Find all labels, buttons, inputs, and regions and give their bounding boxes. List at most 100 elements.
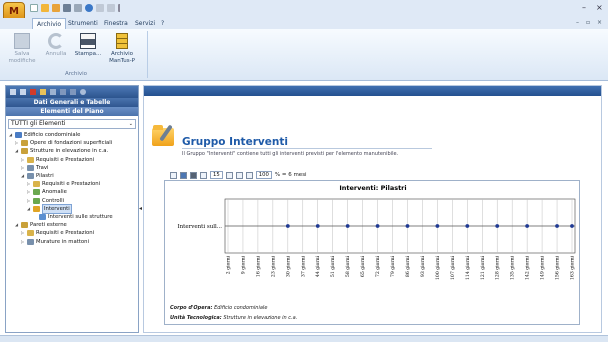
tree-node[interactable]: ▷ Opere di fondazioni superficiali [15,139,112,147]
zoom-in-icon[interactable] [225,171,233,179]
expander-icon[interactable]: ◢ [15,147,19,155]
add-icon[interactable] [10,89,16,95]
x-tick-label: 86 giorni [405,255,411,277]
expander-icon[interactable]: ▷ [27,197,31,205]
save-icon[interactable] [52,4,60,12]
expander-icon[interactable]: ▷ [21,229,25,237]
x-tick-label: 2 giorni [226,255,232,274]
preview-icon[interactable] [96,4,104,12]
tree-node-icon [33,197,40,204]
tree-node[interactable]: ◢ Pilastri [21,172,54,180]
tree-node[interactable]: ▷ Anomalie [27,188,67,196]
tree-node[interactable]: ▷ Requisiti e Prestazioni [21,229,94,237]
stepper-icon[interactable] [170,171,177,179]
intervention-chart: Interventi: Pilastri 2 giorni 9 giorni 16 g… [164,180,580,325]
open-icon[interactable] [41,4,49,12]
expander-icon[interactable]: ▷ [27,180,31,188]
tree-node[interactable]: ◢ Edificio condominiale [9,131,80,139]
tree-node[interactable]: ▷ Murature in mattoni [21,238,89,246]
x-tick-label: 58 giorni [345,255,351,277]
count-field[interactable]: 15 [210,171,223,179]
x-tick-label: 100 giorni [435,255,441,280]
header-general-data[interactable]: Dati Generali e Tabelle [6,98,138,107]
undo-icon[interactable] [107,4,115,12]
grid-icon[interactable] [40,89,46,95]
undo-button[interactable]: Annulla [40,33,72,58]
expander-icon[interactable]: ◢ [9,131,13,139]
expander-icon[interactable]: ▷ [21,238,25,246]
list-icon[interactable] [20,89,26,95]
expander-icon[interactable]: ▷ [27,188,31,196]
data-point [315,224,320,228]
doc-minimize-button[interactable]: – [576,19,579,26]
floppy-icon [14,33,30,49]
tab-archivio[interactable]: Archivio [32,18,67,29]
refresh-icon[interactable] [80,89,86,95]
arrow-left-icon[interactable] [60,89,66,95]
help-icon[interactable] [85,4,93,12]
title-divider [182,148,432,149]
customize-qat-icon[interactable] [118,4,126,12]
tree-node[interactable]: ◢ Strutture in elevazione in c.a. [15,147,108,155]
tree-node-label: Pareti esterne [30,222,67,229]
copy-icon[interactable] [180,171,187,179]
tree-node-label: Edificio condominiale [24,132,81,138]
tree-node-label: Requisiti e Prestazioni [36,230,95,237]
tree-node-icon [27,173,34,179]
expander-icon[interactable]: ◢ [21,172,25,180]
expander-icon[interactable]: ◢ [15,221,19,229]
expander-icon[interactable]: ▷ [21,164,25,172]
x-tick-label: 142 giorni [525,255,531,280]
expander-icon[interactable]: ◢ [27,205,31,213]
cut-icon[interactable] [74,4,82,12]
page-title: Gruppo Interventi [182,136,288,148]
tree-node-icon [27,164,34,171]
header-plan-elements[interactable]: Elementi del Piano [6,107,138,116]
doc-restore-button[interactable]: ▫ [586,19,590,26]
new-icon[interactable] [30,4,38,12]
x-tick-label: 72 giorni [375,255,381,277]
tree-node[interactable]: ▷ Travi [21,164,49,172]
tab-servizi[interactable]: Servizi [131,18,159,29]
tab-strumenti[interactable]: Strumenti [64,18,102,29]
element-filter-select[interactable]: TUTTI gli Elementi ⌄ [8,119,136,129]
expander-icon[interactable]: ▷ [15,139,19,147]
printer-icon[interactable] [190,171,197,179]
chevron-down-icon: ⌄ [128,121,133,127]
tree-node[interactable]: Interventi sulle strutture [33,213,113,221]
tab-finestra[interactable]: Finestra [100,18,132,29]
data-point [555,224,559,228]
arrow-right-icon[interactable] [70,89,76,95]
tree-node[interactable]: ▷ Requisiti e Prestazioni [21,156,94,164]
tree-node-label: Murature in mattoni [36,238,89,245]
y-category-label: Interventi sull... [177,224,222,230]
close-button[interactable]: × [596,3,603,12]
tree-node[interactable]: ▷ Requisiti e Prestazioni [27,180,100,188]
chart-title: Interventi: Pilastri [339,184,406,192]
tree-node-icon [15,132,22,138]
minimize-button[interactable]: – [582,3,586,12]
tab-help[interactable]: ? [157,18,168,29]
zoom-spin-icon[interactable] [245,171,253,179]
tree-node[interactable]: ◢ Interventi [27,203,72,214]
doc-close-button[interactable]: × [597,19,602,26]
archive-mantus-button[interactable]: Archivio ManTus-P [106,33,138,65]
save-changes-button[interactable]: Salva modifiche [6,33,38,65]
tree-node[interactable]: ◢ Pareti esterne [15,221,67,229]
print-button[interactable]: Stampa... [72,33,104,58]
tree-node-label: Travi [36,164,49,171]
ribbon-tabs: Archivio Strumenti Finestra Servizi ? – … [0,18,608,29]
tree-node-icon [33,189,40,196]
print-icon[interactable] [63,4,71,12]
chart-toolbar: 15 100 % = 6 mesi [170,171,307,179]
left-panel-toolbar [6,86,138,98]
zoom-out-icon[interactable] [235,171,243,179]
delete-icon[interactable] [30,89,36,95]
spin-icon[interactable] [200,171,207,179]
binoculars-icon[interactable] [50,89,56,95]
tree-node-label: Strutture in elevazione in c.a. [30,148,109,155]
expander-icon[interactable]: ▷ [21,156,25,164]
collapse-panel-icon[interactable]: ◂ [139,205,142,212]
zoom-field[interactable]: 100 [255,171,272,179]
tree-node-icon [21,148,28,155]
